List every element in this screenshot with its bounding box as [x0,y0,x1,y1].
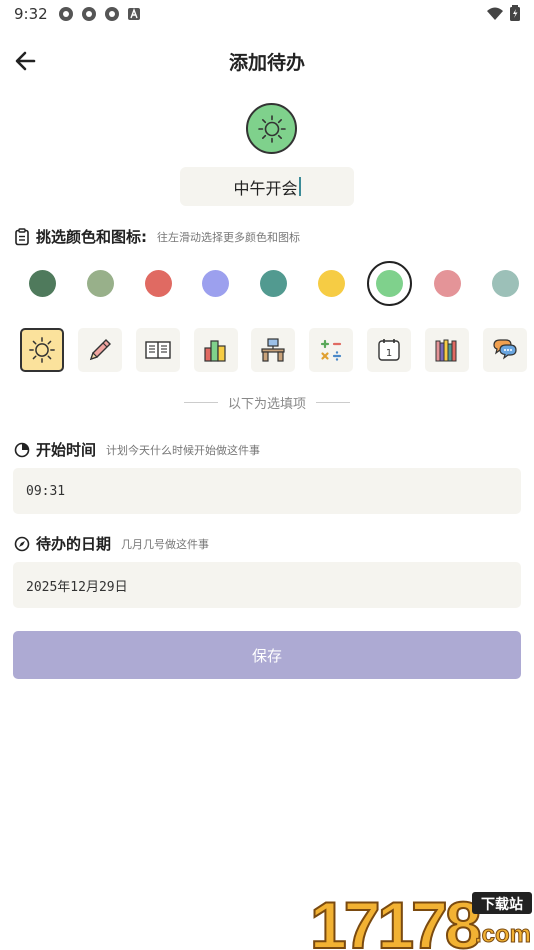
due-date-hint: 几月几号做这件事 [121,537,210,551]
divider-line [183,401,218,403]
system-icons [486,5,520,25]
compass-icon [14,536,30,551]
svg-text:17178: 17178 [310,890,480,950]
icon-option-pencil[interactable] [78,328,122,372]
desk-icon [261,338,285,362]
color-icon-hint: 往左滑动选择更多颜色和图标 [157,230,300,244]
task-name-value: 中午开会 [233,178,298,198]
due-date-label: 待办的日期 [36,535,112,553]
page-title: 添加待办 [228,52,305,74]
color-option-green-selected[interactable] [376,270,403,297]
app-notification-icon [58,6,74,22]
notification-icons [58,6,143,22]
svg-text:下载站: 下载站 [481,896,523,913]
site-watermark-logo: 17178 下载站 .com [309,887,534,950]
icon-option-calculator[interactable] [309,328,353,372]
icon-option-book[interactable] [136,328,180,372]
divider-line [316,401,350,403]
optional-divider: 以下为选填项 [0,394,534,412]
icon-option-chat[interactable] [483,328,527,372]
icon-option-books-stack[interactable] [194,328,238,372]
calendar-day-number: 1 [386,348,392,359]
text-cursor [298,177,301,196]
icon-option-bookshelf[interactable] [425,328,469,372]
color-option-sage[interactable] [87,270,114,297]
icon-option-sun[interactable] [20,328,64,372]
sun-icon [29,337,55,363]
start-time-label-row: 开始时间 计划今天什么时候开始做这件事 [14,439,260,460]
optional-divider-text: 以下为选填项 [227,396,306,412]
task-name-input[interactable]: 中午开会 [180,167,354,206]
clipboard-icon [15,227,29,245]
chat-bubbles-icon [493,339,517,360]
pencil-icon [89,339,111,361]
books-stack-icon [204,340,226,362]
color-option-red[interactable] [145,270,172,297]
selected-task-icon [246,103,297,154]
calendar-icon: 1 [378,339,400,361]
save-button[interactable]: 保存 [13,631,521,679]
a-notification-icon [127,6,143,22]
color-icon-section-label: 挑选颜色和图标: 往左滑动选择更多颜色和图标 [14,226,300,247]
color-icon-label: 挑选颜色和图标: [36,228,147,246]
bookshelf-icon [435,339,457,362]
wifi-icon [486,6,504,25]
top-app-bar: 添加待办 [0,44,534,78]
start-time-hint: 计划今天什么时候开始做这件事 [106,443,261,457]
battery-icon [510,5,520,25]
color-option-mint[interactable] [492,270,519,297]
start-time-field[interactable]: 09:31 [13,468,521,514]
color-option-teal[interactable] [260,270,287,297]
calculator-icon [320,339,342,361]
color-palette [0,261,534,306]
color-option-dark-green[interactable] [29,270,56,297]
color-option-pink[interactable] [434,270,461,297]
icon-option-desk[interactable] [251,328,295,372]
due-date-field[interactable]: 2025年12月29日 [13,562,521,608]
icon-picker: 1 [0,327,534,373]
status-time: 9:32 [14,5,48,23]
app-notification-icon [81,6,97,22]
icon-option-calendar[interactable]: 1 [367,328,411,372]
start-time-label: 开始时间 [36,441,97,459]
color-option-lavender[interactable] [202,270,229,297]
book-icon [145,341,171,359]
svg-text:.com: .com [475,921,531,948]
color-option-yellow[interactable] [318,270,345,297]
due-date-label-row: 待办的日期 几月几号做这件事 [14,533,209,554]
sun-icon [257,114,286,143]
status-bar: 9:32 [0,0,534,28]
app-notification-icon [104,6,120,22]
clock-pie-icon [14,442,30,457]
